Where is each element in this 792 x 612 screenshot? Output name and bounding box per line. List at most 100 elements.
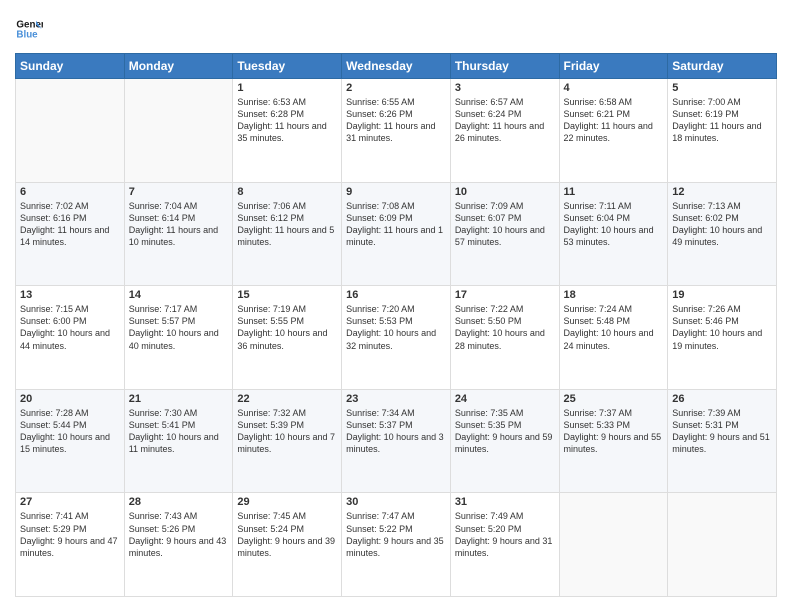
calendar-week-row: 1 Sunrise: 6:53 AM Sunset: 6:28 PM Dayli…	[16, 79, 777, 183]
cell-content: Sunrise: 6:55 AM Sunset: 6:26 PM Dayligh…	[346, 96, 446, 145]
cell-content: Sunrise: 7:49 AM Sunset: 5:20 PM Dayligh…	[455, 510, 555, 559]
cell-content: Sunrise: 7:04 AM Sunset: 6:14 PM Dayligh…	[129, 200, 229, 249]
sunrise-text: Sunrise: 6:53 AM	[237, 96, 337, 108]
sunrise-text: Sunrise: 7:41 AM	[20, 510, 120, 522]
daylight-text: Daylight: 10 hours and 49 minutes.	[672, 224, 772, 248]
cell-content: Sunrise: 7:20 AM Sunset: 5:53 PM Dayligh…	[346, 303, 446, 352]
sunset-text: Sunset: 5:44 PM	[20, 419, 120, 431]
cell-content: Sunrise: 7:47 AM Sunset: 5:22 PM Dayligh…	[346, 510, 446, 559]
day-number: 17	[455, 289, 555, 301]
day-number: 12	[672, 186, 772, 198]
daylight-text: Daylight: 9 hours and 47 minutes.	[20, 535, 120, 559]
sunset-text: Sunset: 5:22 PM	[346, 523, 446, 535]
cell-content: Sunrise: 7:30 AM Sunset: 5:41 PM Dayligh…	[129, 407, 229, 456]
day-number: 21	[129, 393, 229, 405]
sunrise-text: Sunrise: 7:30 AM	[129, 407, 229, 419]
day-number: 13	[20, 289, 120, 301]
sunrise-text: Sunrise: 7:28 AM	[20, 407, 120, 419]
sunset-text: Sunset: 6:24 PM	[455, 108, 555, 120]
daylight-text: Daylight: 9 hours and 51 minutes.	[672, 431, 772, 455]
sunrise-text: Sunrise: 7:37 AM	[564, 407, 664, 419]
cell-content: Sunrise: 7:41 AM Sunset: 5:29 PM Dayligh…	[20, 510, 120, 559]
calendar-cell: 22 Sunrise: 7:32 AM Sunset: 5:39 PM Dayl…	[233, 389, 342, 493]
sunset-text: Sunset: 5:37 PM	[346, 419, 446, 431]
calendar-cell	[16, 79, 125, 183]
sunset-text: Sunset: 5:26 PM	[129, 523, 229, 535]
day-number: 16	[346, 289, 446, 301]
calendar-cell: 4 Sunrise: 6:58 AM Sunset: 6:21 PM Dayli…	[559, 79, 668, 183]
daylight-text: Daylight: 11 hours and 10 minutes.	[129, 224, 229, 248]
cell-content: Sunrise: 7:09 AM Sunset: 6:07 PM Dayligh…	[455, 200, 555, 249]
day-number: 23	[346, 393, 446, 405]
day-number: 25	[564, 393, 664, 405]
daylight-text: Daylight: 10 hours and 11 minutes.	[129, 431, 229, 455]
cell-content: Sunrise: 7:32 AM Sunset: 5:39 PM Dayligh…	[237, 407, 337, 456]
calendar-cell: 28 Sunrise: 7:43 AM Sunset: 5:26 PM Dayl…	[124, 493, 233, 597]
sunrise-text: Sunrise: 7:32 AM	[237, 407, 337, 419]
daylight-text: Daylight: 10 hours and 28 minutes.	[455, 327, 555, 351]
calendar-cell: 20 Sunrise: 7:28 AM Sunset: 5:44 PM Dayl…	[16, 389, 125, 493]
sunrise-text: Sunrise: 7:06 AM	[237, 200, 337, 212]
sunset-text: Sunset: 5:31 PM	[672, 419, 772, 431]
day-number: 11	[564, 186, 664, 198]
cell-content: Sunrise: 7:17 AM Sunset: 5:57 PM Dayligh…	[129, 303, 229, 352]
sunrise-text: Sunrise: 7:45 AM	[237, 510, 337, 522]
sunrise-text: Sunrise: 7:17 AM	[129, 303, 229, 315]
cell-content: Sunrise: 7:28 AM Sunset: 5:44 PM Dayligh…	[20, 407, 120, 456]
calendar-cell: 9 Sunrise: 7:08 AM Sunset: 6:09 PM Dayli…	[342, 182, 451, 286]
calendar-cell	[124, 79, 233, 183]
cell-content: Sunrise: 6:58 AM Sunset: 6:21 PM Dayligh…	[564, 96, 664, 145]
sunrise-text: Sunrise: 7:08 AM	[346, 200, 446, 212]
calendar-cell: 24 Sunrise: 7:35 AM Sunset: 5:35 PM Dayl…	[450, 389, 559, 493]
sunset-text: Sunset: 5:39 PM	[237, 419, 337, 431]
sunset-text: Sunset: 5:48 PM	[564, 315, 664, 327]
sunset-text: Sunset: 5:50 PM	[455, 315, 555, 327]
daylight-text: Daylight: 10 hours and 40 minutes.	[129, 327, 229, 351]
day-number: 29	[237, 496, 337, 508]
sunset-text: Sunset: 5:35 PM	[455, 419, 555, 431]
weekday-header: Saturday	[668, 54, 777, 79]
sunrise-text: Sunrise: 7:15 AM	[20, 303, 120, 315]
day-number: 6	[20, 186, 120, 198]
cell-content: Sunrise: 7:13 AM Sunset: 6:02 PM Dayligh…	[672, 200, 772, 249]
calendar-cell: 21 Sunrise: 7:30 AM Sunset: 5:41 PM Dayl…	[124, 389, 233, 493]
day-number: 9	[346, 186, 446, 198]
daylight-text: Daylight: 9 hours and 39 minutes.	[237, 535, 337, 559]
calendar-cell: 27 Sunrise: 7:41 AM Sunset: 5:29 PM Dayl…	[16, 493, 125, 597]
daylight-text: Daylight: 11 hours and 5 minutes.	[237, 224, 337, 248]
daylight-text: Daylight: 11 hours and 14 minutes.	[20, 224, 120, 248]
sunrise-text: Sunrise: 6:58 AM	[564, 96, 664, 108]
cell-content: Sunrise: 7:34 AM Sunset: 5:37 PM Dayligh…	[346, 407, 446, 456]
sunrise-text: Sunrise: 7:39 AM	[672, 407, 772, 419]
sunset-text: Sunset: 5:57 PM	[129, 315, 229, 327]
daylight-text: Daylight: 11 hours and 18 minutes.	[672, 120, 772, 144]
calendar-table: SundayMondayTuesdayWednesdayThursdayFrid…	[15, 53, 777, 597]
weekday-header: Monday	[124, 54, 233, 79]
cell-content: Sunrise: 7:00 AM Sunset: 6:19 PM Dayligh…	[672, 96, 772, 145]
daylight-text: Daylight: 9 hours and 55 minutes.	[564, 431, 664, 455]
day-number: 28	[129, 496, 229, 508]
calendar-cell: 5 Sunrise: 7:00 AM Sunset: 6:19 PM Dayli…	[668, 79, 777, 183]
calendar-header-row: SundayMondayTuesdayWednesdayThursdayFrid…	[16, 54, 777, 79]
day-number: 1	[237, 82, 337, 94]
svg-text:Blue: Blue	[16, 29, 38, 40]
day-number: 8	[237, 186, 337, 198]
sunset-text: Sunset: 6:16 PM	[20, 212, 120, 224]
sunrise-text: Sunrise: 7:22 AM	[455, 303, 555, 315]
calendar-cell: 23 Sunrise: 7:34 AM Sunset: 5:37 PM Dayl…	[342, 389, 451, 493]
sunset-text: Sunset: 6:12 PM	[237, 212, 337, 224]
day-number: 31	[455, 496, 555, 508]
day-number: 18	[564, 289, 664, 301]
sunset-text: Sunset: 5:55 PM	[237, 315, 337, 327]
sunrise-text: Sunrise: 7:04 AM	[129, 200, 229, 212]
daylight-text: Daylight: 10 hours and 19 minutes.	[672, 327, 772, 351]
sunset-text: Sunset: 6:02 PM	[672, 212, 772, 224]
day-number: 26	[672, 393, 772, 405]
day-number: 3	[455, 82, 555, 94]
cell-content: Sunrise: 7:08 AM Sunset: 6:09 PM Dayligh…	[346, 200, 446, 249]
cell-content: Sunrise: 7:37 AM Sunset: 5:33 PM Dayligh…	[564, 407, 664, 456]
daylight-text: Daylight: 10 hours and 57 minutes.	[455, 224, 555, 248]
weekday-header: Tuesday	[233, 54, 342, 79]
calendar-cell: 13 Sunrise: 7:15 AM Sunset: 6:00 PM Dayl…	[16, 286, 125, 390]
cell-content: Sunrise: 7:43 AM Sunset: 5:26 PM Dayligh…	[129, 510, 229, 559]
